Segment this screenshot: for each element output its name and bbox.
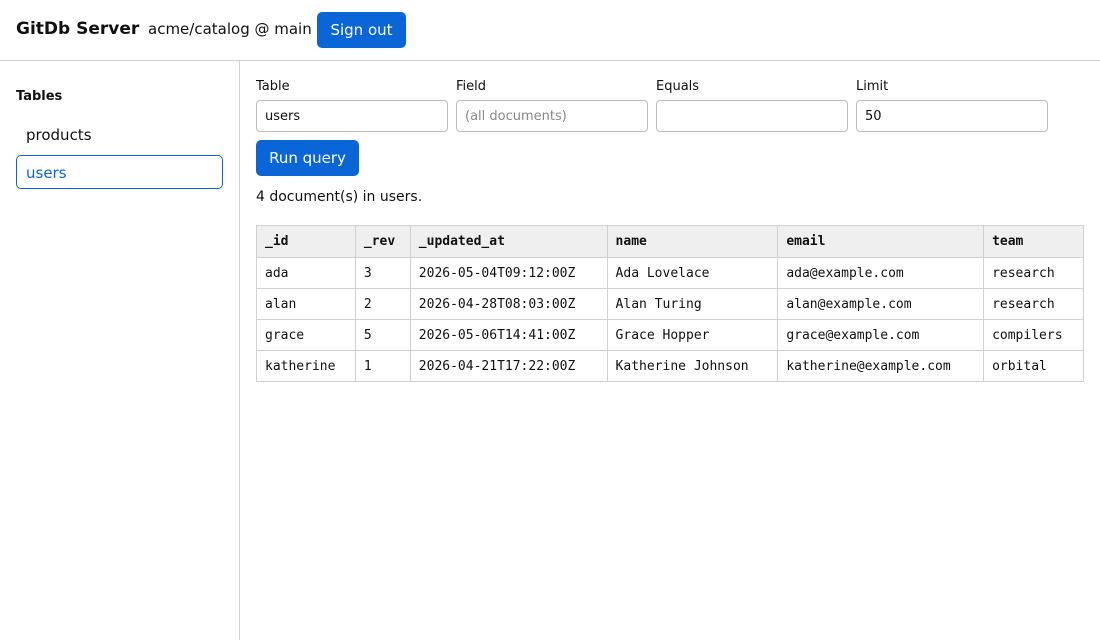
cell-team: orbital [983,350,1084,382]
cell-email: grace@example.com [777,319,985,351]
top-bar: GitDb Server acme/catalog @ main Sign ou… [0,0,1100,61]
app-title: GitDb Server [16,19,140,39]
cell-id: grace [256,319,356,351]
column-header-updated-at[interactable]: _updated_at [409,225,608,258]
field-label: Field [456,79,487,94]
cell-name: Grace Hopper [606,319,779,351]
cell-email: ada@example.com [777,257,985,289]
cell-rev: 5 [354,319,411,351]
equals-input[interactable] [656,100,848,132]
cell-email: alan@example.com [777,288,985,320]
cell-id: katherine [256,350,356,382]
cell-id: ada [256,257,356,289]
main-panel: Table Field Equals Limit Run query 4 doc… [240,61,1100,640]
cell-name: Alan Turing [606,288,779,320]
sidebar-item-users[interactable]: users [16,155,223,189]
limit-label: Limit [856,79,889,94]
cell-updated-at: 2026-04-21T17:22:00Z [409,350,608,382]
cell-updated-at: 2026-05-06T14:41:00Z [409,319,608,351]
table-row[interactable]: grace 5 2026-05-06T14:41:00Z Grace Hoppe… [256,319,1084,351]
table-row[interactable]: alan 2 2026-04-28T08:03:00Z Alan Turing … [256,288,1084,320]
repo-branch-label: acme/catalog @ main [148,20,312,38]
limit-input[interactable] [856,100,1048,132]
column-header-name[interactable]: name [606,225,779,258]
column-header-team[interactable]: team [983,225,1084,258]
table-row[interactable]: ada 3 2026-05-04T09:12:00Z Ada Lovelace … [256,257,1084,289]
field-input[interactable] [456,100,648,132]
table-input[interactable] [256,100,448,132]
cell-rev: 3 [354,257,411,289]
results-table: _id _rev _updated_at name email team ada… [256,225,1084,382]
sidebar: Tables products users [0,61,240,640]
cell-rev: 2 [354,288,411,320]
cell-name: Katherine Johnson [606,350,779,382]
sidebar-item-products[interactable]: products [16,117,223,151]
cell-team: research [983,288,1084,320]
column-header-rev[interactable]: _rev [354,225,411,258]
cell-id: alan [256,288,356,320]
column-header-email[interactable]: email [777,225,985,258]
column-header-id[interactable]: _id [256,225,356,258]
cell-team: compilers [983,319,1084,351]
equals-label: Equals [656,79,700,94]
table-label: Table [256,79,290,94]
cell-updated-at: 2026-05-04T09:12:00Z [409,257,608,289]
table-field-group: Table [256,79,448,132]
cell-rev: 1 [354,350,411,382]
run-query-button[interactable]: Run query [256,140,359,176]
sign-out-button[interactable]: Sign out [317,12,406,48]
table-row[interactable]: katherine 1 2026-04-21T17:22:00Z Katheri… [256,350,1084,382]
field-field-group: Field [456,79,648,132]
result-summary: 4 document(s) in users. [256,189,423,205]
cell-team: research [983,257,1084,289]
sidebar-heading: Tables [16,89,63,104]
limit-field-group: Limit [856,79,1048,132]
cell-email: katherine@example.com [777,350,985,382]
cell-updated-at: 2026-04-28T08:03:00Z [409,288,608,320]
cell-name: Ada Lovelace [606,257,779,289]
equals-field-group: Equals [656,79,848,132]
table-header-row: _id _rev _updated_at name email team [256,225,1084,258]
